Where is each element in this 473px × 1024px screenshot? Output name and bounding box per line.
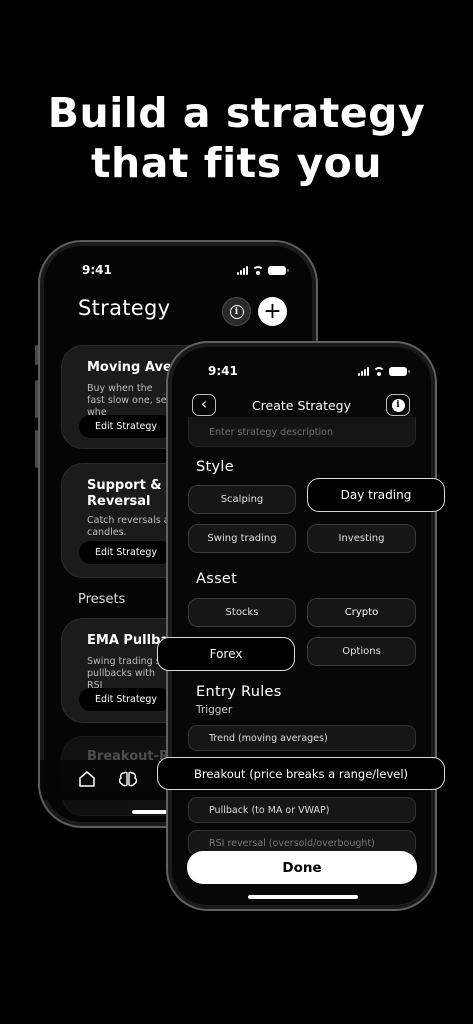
style-heading: Style [196,459,234,475]
trigger-option-pullback[interactable]: Pullback (to MA or VWAP) [188,797,416,823]
edit-strategy-button[interactable]: Edit Strategy [79,415,173,438]
signal-icon [358,366,369,376]
asset-heading: Asset [196,571,238,587]
card-description: Buy when the fast slow one, sell whe [87,383,172,418]
headline-line-2: that fits you [90,139,383,187]
style-option-scalping[interactable]: Scalping [188,485,296,514]
asset-option-options[interactable]: Options [307,637,416,666]
asset-option-stocks[interactable]: Stocks [188,598,296,627]
info-icon: i [391,398,405,412]
style-option-day-trading-selected[interactable]: Day trading [307,478,445,512]
trigger-option-breakout-selected[interactable]: Breakout (price breaks a range/level) [157,757,445,790]
info-button[interactable]: i [386,394,410,416]
info-button[interactable]: i [222,297,251,326]
headline-line-1: Build a strategy [47,89,426,137]
battery-icon [268,265,289,275]
add-strategy-button[interactable]: + [258,297,287,326]
card-description: Catch reversals a candles. [87,515,170,538]
status-time: 9:41 [82,263,112,277]
edit-strategy-button[interactable]: Edit Strategy [79,688,173,711]
style-option-investing[interactable]: Investing [307,524,416,553]
home-indicator [248,895,358,899]
wifi-icon [373,366,385,376]
info-icon: i [229,304,244,319]
asset-option-forex-selected[interactable]: Forex [157,637,295,671]
trigger-label: Trigger [196,704,233,716]
wifi-icon [252,265,264,275]
status-bar: 9:41 [168,361,435,381]
edit-strategy-button[interactable]: Edit Strategy [79,541,173,564]
page-title: Strategy [78,296,171,320]
battery-icon [389,366,410,376]
trigger-option-trend[interactable]: Trend (moving averages) [188,725,416,751]
status-bar: 9:41 [40,260,316,280]
card-title-line-2: Reversal [87,494,151,509]
headline: Build a strategy that fits you [0,88,473,188]
signal-icon [237,265,248,275]
strategy-description-input[interactable]: Enter strategy description [188,417,416,447]
home-icon[interactable] [78,770,96,788]
presets-heading: Presets [78,592,126,607]
style-option-swing-trading[interactable]: Swing trading [188,524,296,553]
brain-icon[interactable] [118,770,138,788]
entry-rules-heading: Entry Rules [196,684,282,700]
front-phone: 9:41 ‹ Create Strategy i Enter strategy … [166,341,437,911]
status-time: 9:41 [208,364,238,378]
card-title: Support & R [87,478,177,493]
asset-option-crypto[interactable]: Crypto [307,598,416,627]
done-button[interactable]: Done [187,851,417,884]
